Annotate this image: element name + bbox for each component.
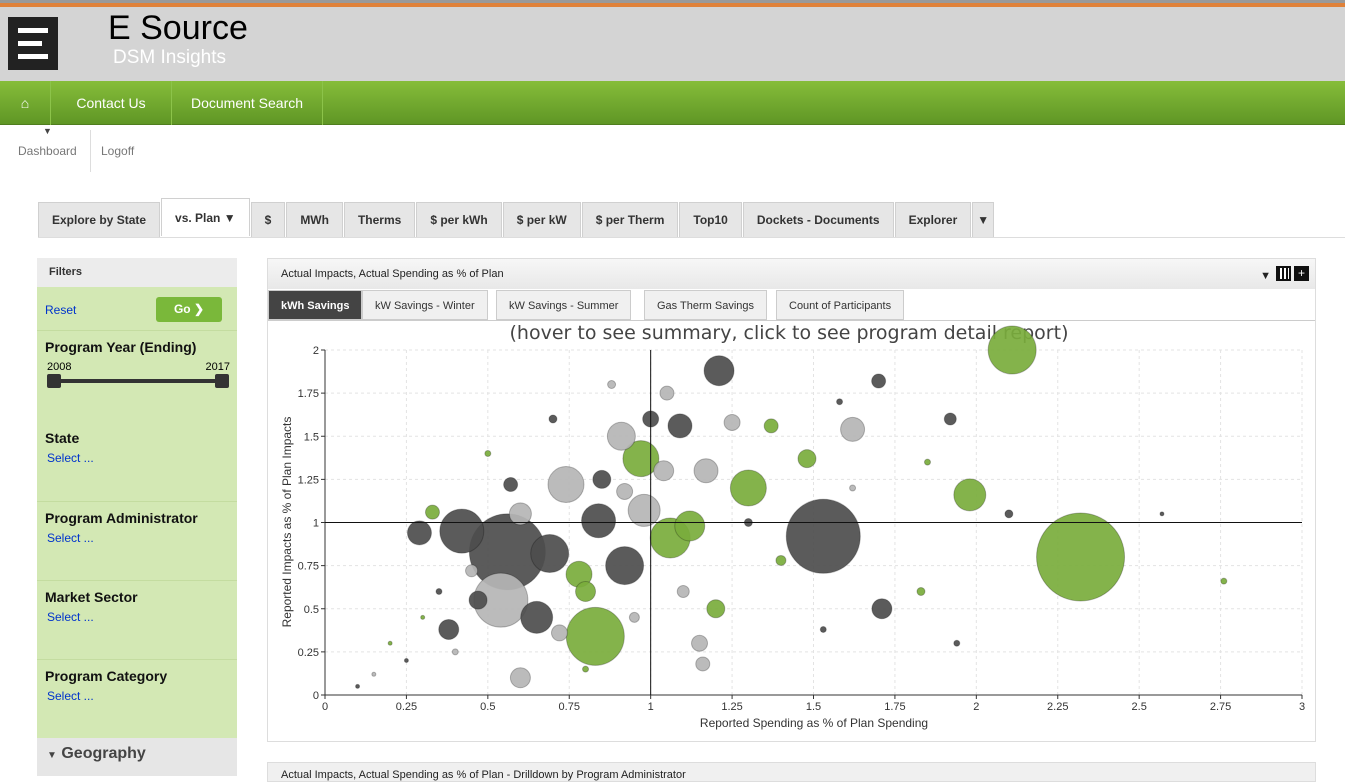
bubble[interactable]	[871, 373, 887, 389]
bubble[interactable]	[503, 477, 519, 493]
x-tick-label: 1.75	[884, 701, 905, 713]
bubble[interactable]	[547, 466, 585, 504]
y-axis-label: Reported Impacts as % of Plan Impacts	[280, 417, 294, 628]
bubble[interactable]	[438, 618, 460, 640]
bubble[interactable]	[435, 588, 443, 595]
bubble[interactable]	[627, 493, 661, 527]
bubble[interactable]	[691, 634, 709, 652]
bubble[interactable]	[520, 600, 554, 634]
drilldown-title: Actual Impacts, Actual Spending as % of …	[281, 769, 686, 781]
bubble[interactable]	[509, 667, 531, 689]
bubble[interactable]	[406, 520, 432, 546]
x-tick-label: 2.5	[1132, 701, 1147, 713]
bubble[interactable]	[451, 648, 459, 656]
bubble[interactable]	[706, 599, 726, 619]
bubble[interactable]	[916, 587, 926, 596]
x-tick-label: 2	[973, 701, 979, 713]
chart-title: (hover to see summary, click to see prog…	[510, 322, 1069, 344]
y-tick-label: 1.75	[298, 388, 319, 400]
bubble[interactable]	[439, 508, 485, 554]
bubble[interactable]	[550, 624, 568, 642]
bubble[interactable]	[676, 585, 690, 598]
bubble[interactable]	[943, 412, 957, 426]
bubble[interactable]	[797, 449, 817, 469]
bubble[interactable]	[659, 385, 675, 401]
bubble[interactable]	[836, 398, 844, 406]
y-tick-label: 1.25	[298, 474, 319, 486]
x-tick-label: 3	[1299, 701, 1305, 713]
bubble[interactable]	[785, 498, 861, 574]
bubble[interactable]	[953, 478, 987, 512]
x-axis-label: Reported Spending as % of Plan Spending	[700, 716, 928, 730]
bubble[interactable]	[565, 606, 625, 666]
bubble[interactable]	[548, 414, 558, 424]
y-tick-label: 0.5	[304, 604, 319, 616]
x-tick-label: 0.75	[559, 701, 580, 713]
bubble[interactable]	[424, 504, 440, 520]
drilldown-panel: Actual Impacts, Actual Spending as % of …	[267, 762, 1316, 782]
bubble[interactable]	[607, 380, 617, 389]
y-tick-label: 1.5	[304, 431, 319, 443]
bubble[interactable]	[605, 546, 645, 586]
bubble[interactable]	[1220, 577, 1228, 585]
bubble[interactable]	[530, 534, 570, 574]
bubble[interactable]	[819, 625, 827, 633]
bubble[interactable]	[592, 469, 612, 489]
bubble[interactable]	[871, 598, 893, 620]
x-tick-label: 2.75	[1210, 701, 1231, 713]
bubble[interactable]	[1036, 512, 1126, 602]
bubble[interactable]	[1004, 509, 1014, 519]
bubble-chart[interactable]: (hover to see summary, click to see prog…	[0, 0, 1345, 776]
bubble[interactable]	[508, 502, 532, 526]
x-tick-label: 1	[648, 701, 654, 713]
x-tick-label: 0	[322, 701, 328, 713]
y-tick-label: 0.25	[298, 647, 319, 659]
bubble[interactable]	[953, 639, 961, 647]
bubble[interactable]	[484, 450, 492, 457]
bubble[interactable]	[849, 484, 857, 492]
bubble[interactable]	[674, 510, 706, 542]
bubble[interactable]	[606, 421, 636, 451]
bubble[interactable]	[355, 683, 361, 689]
bubble[interactable]	[703, 355, 735, 387]
y-tick-label: 1	[313, 518, 319, 530]
bubble[interactable]	[420, 614, 426, 620]
x-tick-label: 0.5	[480, 701, 495, 713]
bubble[interactable]	[403, 658, 409, 663]
bubble[interactable]	[575, 581, 597, 602]
bubble[interactable]	[468, 590, 488, 610]
bubble[interactable]	[1159, 511, 1165, 517]
y-tick-label: 0	[313, 690, 319, 702]
bubble[interactable]	[465, 564, 479, 578]
bubble[interactable]	[695, 656, 711, 672]
bubble[interactable]	[840, 416, 866, 442]
bubble[interactable]	[581, 503, 617, 539]
bubble[interactable]	[775, 554, 787, 566]
bubble[interactable]	[723, 413, 741, 431]
bubble[interactable]	[693, 458, 719, 484]
bubble[interactable]	[667, 413, 693, 439]
y-tick-label: 2	[313, 345, 319, 357]
bubble[interactable]	[763, 418, 779, 434]
x-tick-label: 1.5	[806, 701, 821, 713]
bubble[interactable]	[628, 611, 640, 623]
x-tick-label: 0.25	[396, 701, 417, 713]
bubble[interactable]	[923, 458, 931, 466]
bubble[interactable]	[371, 671, 377, 677]
x-tick-label: 2.25	[1047, 701, 1068, 713]
bubble[interactable]	[653, 460, 675, 482]
bubble[interactable]	[987, 325, 1037, 375]
x-tick-label: 1.25	[721, 701, 742, 713]
bubble[interactable]	[616, 482, 634, 500]
bubble[interactable]	[387, 640, 393, 646]
bubble[interactable]	[582, 665, 590, 673]
y-tick-label: 0.75	[298, 561, 319, 573]
bubble[interactable]	[729, 469, 767, 507]
